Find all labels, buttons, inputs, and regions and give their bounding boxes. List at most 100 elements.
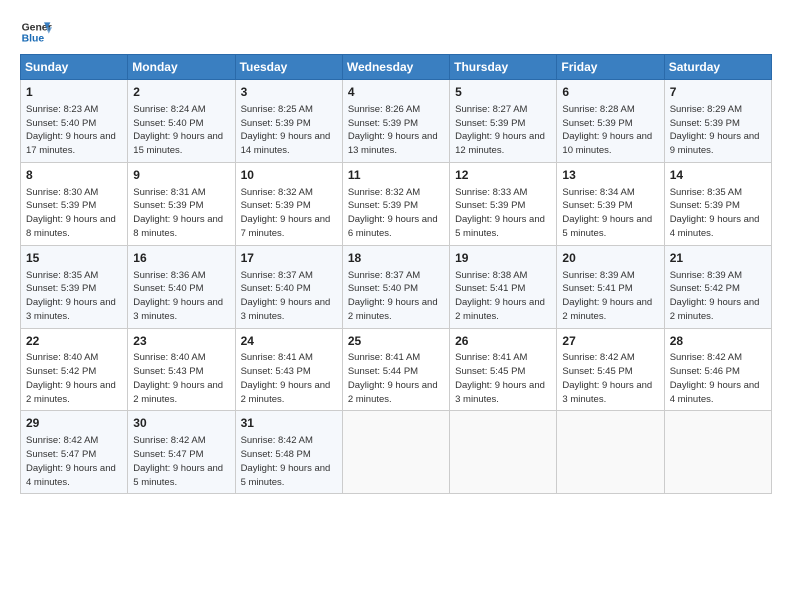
day-info: Sunrise: 8:41 AMSunset: 5:44 PMDaylight:… (348, 351, 444, 406)
calendar-cell: 10Sunrise: 8:32 AMSunset: 5:39 PMDayligh… (235, 162, 342, 245)
svg-text:Blue: Blue (22, 34, 45, 45)
calendar-header-monday: Monday (128, 55, 235, 80)
day-number: 24 (241, 333, 337, 350)
day-info: Sunrise: 8:39 AMSunset: 5:42 PMDaylight:… (670, 269, 766, 324)
calendar-cell: 27Sunrise: 8:42 AMSunset: 5:45 PMDayligh… (557, 328, 664, 411)
calendar-cell: 23Sunrise: 8:40 AMSunset: 5:43 PMDayligh… (128, 328, 235, 411)
calendar-header-saturday: Saturday (664, 55, 771, 80)
day-number: 5 (455, 84, 551, 101)
calendar-week-1: 1Sunrise: 8:23 AMSunset: 5:40 PMDaylight… (21, 80, 772, 163)
calendar-header-row: SundayMondayTuesdayWednesdayThursdayFrid… (21, 55, 772, 80)
calendar-cell: 9Sunrise: 8:31 AMSunset: 5:39 PMDaylight… (128, 162, 235, 245)
day-info: Sunrise: 8:34 AMSunset: 5:39 PMDaylight:… (562, 186, 658, 241)
calendar-cell: 31 Sunrise: 8:42 AMSunset: 5:48 PMDayligh… (235, 411, 342, 494)
calendar-cell: 12 Sunrise: 8:33 AMSunset: 5:39 PMDayligh… (450, 162, 557, 245)
calendar-cell: 29Sunrise: 8:42 AMSunset: 5:47 PMDayligh… (21, 411, 128, 494)
day-number: 15 (26, 250, 122, 267)
day-info: Sunrise: 8:26 AMSunset: 5:39 PMDaylight:… (348, 103, 444, 158)
calendar-cell (557, 411, 664, 494)
day-info: Sunrise: 8:35 AMSunset: 5:39 PMDaylight:… (26, 269, 122, 324)
day-number: 7 (670, 84, 766, 101)
day-info: Sunrise: 8:37 AMSunset: 5:40 PMDaylight:… (348, 269, 444, 324)
day-number: 3 (241, 84, 337, 101)
day-info: Sunrise: 8:42 AMSunset: 5:45 PMDaylight:… (562, 351, 658, 406)
calendar-cell: 25Sunrise: 8:41 AMSunset: 5:44 PMDayligh… (342, 328, 449, 411)
calendar-cell: 14 Sunrise: 8:35 AMSunset: 5:39 PMDayligh… (664, 162, 771, 245)
header: General Blue (20, 16, 772, 48)
calendar-cell: 26Sunrise: 8:41 AMSunset: 5:45 PMDayligh… (450, 328, 557, 411)
calendar-cell: 21 Sunrise: 8:39 AMSunset: 5:42 PMDayligh… (664, 245, 771, 328)
calendar-cell: 5 Sunrise: 8:27 AMSunset: 5:39 PMDaylight… (450, 80, 557, 163)
calendar-cell: 30 Sunrise: 8:42 AMSunset: 5:47 PMDayligh… (128, 411, 235, 494)
day-number: 21 (670, 250, 766, 267)
calendar-cell: 3 Sunrise: 8:25 AMSunset: 5:39 PMDaylight… (235, 80, 342, 163)
calendar-cell: 13 Sunrise: 8:34 AMSunset: 5:39 PMDayligh… (557, 162, 664, 245)
day-number: 18 (348, 250, 444, 267)
day-info: Sunrise: 8:30 AMSunset: 5:39 PMDaylight:… (26, 186, 122, 241)
day-number: 14 (670, 167, 766, 184)
calendar-cell: 4 Sunrise: 8:26 AMSunset: 5:39 PMDaylight… (342, 80, 449, 163)
calendar-cell (664, 411, 771, 494)
day-number: 19 (455, 250, 551, 267)
calendar-week-3: 15 Sunrise: 8:35 AMSunset: 5:39 PMDayligh… (21, 245, 772, 328)
calendar-cell: 20Sunrise: 8:39 AMSunset: 5:41 PMDayligh… (557, 245, 664, 328)
day-info: Sunrise: 8:38 AMSunset: 5:41 PMDaylight:… (455, 269, 551, 324)
day-info: Sunrise: 8:27 AMSunset: 5:39 PMDaylight:… (455, 103, 551, 158)
calendar-header-thursday: Thursday (450, 55, 557, 80)
day-info: Sunrise: 8:42 AMSunset: 5:47 PMDaylight:… (26, 434, 122, 489)
calendar-cell: 2Sunrise: 8:24 AMSunset: 5:40 PMDaylight… (128, 80, 235, 163)
calendar-header-tuesday: Tuesday (235, 55, 342, 80)
day-info: Sunrise: 8:37 AMSunset: 5:40 PMDaylight:… (241, 269, 337, 324)
day-number: 11 (348, 167, 444, 184)
day-info: Sunrise: 8:25 AMSunset: 5:39 PMDaylight:… (241, 103, 337, 158)
day-info: Sunrise: 8:41 AMSunset: 5:45 PMDaylight:… (455, 351, 551, 406)
day-number: 25 (348, 333, 444, 350)
day-info: Sunrise: 8:42 AMSunset: 5:48 PMDaylight:… (241, 434, 337, 489)
day-number: 17 (241, 250, 337, 267)
day-number: 27 (562, 333, 658, 350)
day-info: Sunrise: 8:40 AMSunset: 5:43 PMDaylight:… (133, 351, 229, 406)
day-info: Sunrise: 8:35 AMSunset: 5:39 PMDaylight:… (670, 186, 766, 241)
day-info: Sunrise: 8:29 AMSunset: 5:39 PMDaylight:… (670, 103, 766, 158)
day-info: Sunrise: 8:39 AMSunset: 5:41 PMDaylight:… (562, 269, 658, 324)
calendar-cell: 22Sunrise: 8:40 AMSunset: 5:42 PMDayligh… (21, 328, 128, 411)
day-info: Sunrise: 8:33 AMSunset: 5:39 PMDaylight:… (455, 186, 551, 241)
logo-icon: General Blue (20, 16, 52, 48)
day-info: Sunrise: 8:42 AMSunset: 5:47 PMDaylight:… (133, 434, 229, 489)
day-number: 22 (26, 333, 122, 350)
day-number: 12 (455, 167, 551, 184)
calendar-cell (342, 411, 449, 494)
day-number: 6 (562, 84, 658, 101)
calendar-cell: 19 Sunrise: 8:38 AMSunset: 5:41 PMDayligh… (450, 245, 557, 328)
day-number: 2 (133, 84, 229, 101)
calendar-week-5: 29Sunrise: 8:42 AMSunset: 5:47 PMDayligh… (21, 411, 772, 494)
day-number: 1 (26, 84, 122, 101)
day-number: 13 (562, 167, 658, 184)
day-number: 4 (348, 84, 444, 101)
calendar-cell: 28Sunrise: 8:42 AMSunset: 5:46 PMDayligh… (664, 328, 771, 411)
calendar-cell: 16 Sunrise: 8:36 AMSunset: 5:40 PMDayligh… (128, 245, 235, 328)
calendar-cell (450, 411, 557, 494)
day-number: 30 (133, 415, 229, 432)
calendar-cell: 18 Sunrise: 8:37 AMSunset: 5:40 PMDayligh… (342, 245, 449, 328)
calendar-cell: 8 Sunrise: 8:30 AMSunset: 5:39 PMDaylight… (21, 162, 128, 245)
day-info: Sunrise: 8:42 AMSunset: 5:46 PMDaylight:… (670, 351, 766, 406)
day-number: 31 (241, 415, 337, 432)
day-number: 8 (26, 167, 122, 184)
day-info: Sunrise: 8:40 AMSunset: 5:42 PMDaylight:… (26, 351, 122, 406)
logo: General Blue (20, 16, 52, 48)
day-info: Sunrise: 8:41 AMSunset: 5:43 PMDaylight:… (241, 351, 337, 406)
day-number: 10 (241, 167, 337, 184)
calendar-cell: 17 Sunrise: 8:37 AMSunset: 5:40 PMDayligh… (235, 245, 342, 328)
calendar-week-2: 8 Sunrise: 8:30 AMSunset: 5:39 PMDaylight… (21, 162, 772, 245)
calendar-cell: 6 Sunrise: 8:28 AMSunset: 5:39 PMDaylight… (557, 80, 664, 163)
calendar-week-4: 22Sunrise: 8:40 AMSunset: 5:42 PMDayligh… (21, 328, 772, 411)
calendar-header-friday: Friday (557, 55, 664, 80)
day-number: 26 (455, 333, 551, 350)
day-info: Sunrise: 8:36 AMSunset: 5:40 PMDaylight:… (133, 269, 229, 324)
day-info: Sunrise: 8:31 AMSunset: 5:39 PMDaylight:… (133, 186, 229, 241)
calendar-header-wednesday: Wednesday (342, 55, 449, 80)
day-info: Sunrise: 8:28 AMSunset: 5:39 PMDaylight:… (562, 103, 658, 158)
day-number: 28 (670, 333, 766, 350)
day-number: 16 (133, 250, 229, 267)
